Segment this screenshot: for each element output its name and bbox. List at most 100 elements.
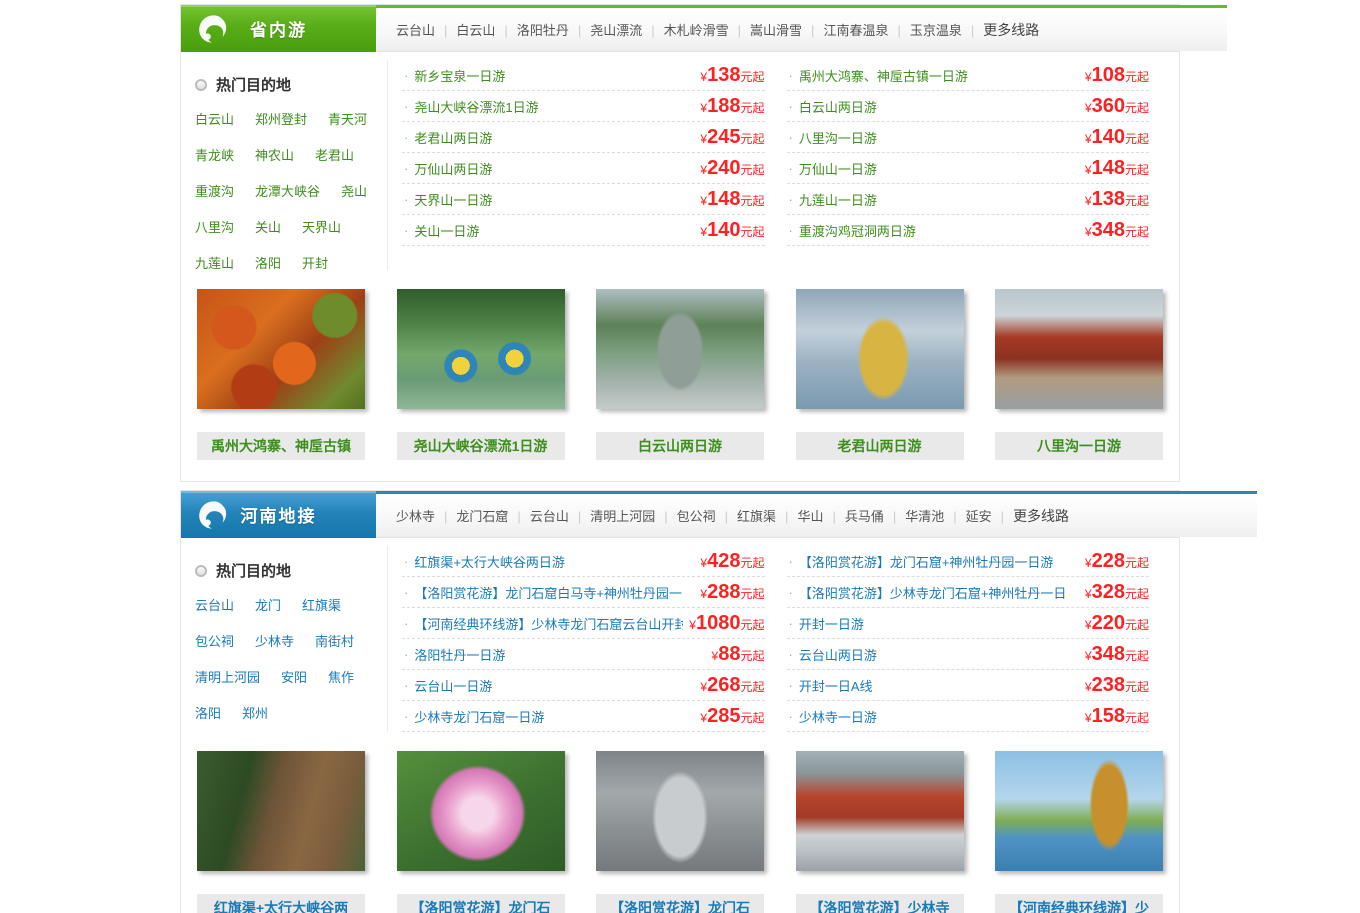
tour-card-caption[interactable]: 尧山大峡谷漂流1日游 — [397, 432, 565, 460]
tour-card-caption[interactable]: 八里沟一日游 — [995, 432, 1163, 460]
tour-row[interactable]: · 【洛阳赏花游】龙门石窟+神州牡丹园一日游 ¥228元起 — [787, 546, 1150, 577]
tour-row[interactable]: · 开封一日游 ¥220元起 — [787, 608, 1150, 639]
tour-card-caption[interactable]: 【河南经典环线游】少 — [995, 894, 1163, 913]
tour-card-caption[interactable]: 【洛阳赏花游】龙门石 — [596, 894, 764, 913]
tour-card-caption[interactable]: 老君山两日游 — [796, 432, 964, 460]
tour-card-photo[interactable] — [995, 751, 1163, 871]
tour-title-link[interactable]: 云台山两日游 — [799, 645, 877, 664]
tour-card-photo[interactable] — [596, 751, 764, 871]
tour-title-link[interactable]: 【洛阳赏花游】少林寺龙门石窟+神州牡丹一日 — [799, 583, 1067, 602]
nav-link[interactable]: 清明上河园 — [590, 506, 676, 525]
nav-link[interactable]: 华清池 — [905, 506, 965, 525]
destination-link[interactable]: 青天河 — [328, 109, 367, 128]
destination-link[interactable]: 安阳 — [281, 667, 307, 686]
tour-card[interactable]: 八里沟一日游 — [995, 289, 1163, 460]
tour-title-link[interactable]: 白云山两日游 — [799, 97, 877, 116]
section-tab[interactable]: 河南地接 — [181, 491, 376, 538]
tour-title-link[interactable]: 万仙山两日游 — [414, 159, 492, 178]
tour-title-link[interactable]: 红旗渠+太行大峡谷两日游 — [414, 552, 565, 571]
tour-title-link[interactable]: 开封一日游 — [799, 614, 864, 633]
tour-title-link[interactable]: 重渡沟鸡冠洞两日游 — [799, 221, 916, 240]
nav-link[interactable]: 包公祠 — [677, 506, 737, 525]
more-routes-link[interactable]: 更多线路 — [1013, 506, 1069, 526]
tour-title-link[interactable]: 【洛阳赏花游】龙门石窟+神州牡丹园一日游 — [799, 552, 1054, 571]
nav-link[interactable]: 嵩山滑雪 — [750, 20, 823, 39]
nav-link[interactable]: 木札岭滑雪 — [664, 20, 750, 39]
tour-card-photo[interactable] — [995, 289, 1163, 409]
tour-row[interactable]: · 红旗渠+太行大峡谷两日游 ¥428元起 — [402, 546, 765, 577]
tour-row[interactable]: · 白云山两日游 ¥360元起 — [787, 91, 1150, 122]
tour-card[interactable]: 白云山两日游 — [596, 289, 764, 460]
tour-title-link[interactable]: 尧山大峡谷漂流1日游 — [414, 97, 538, 116]
tour-row[interactable]: · 重渡沟鸡冠洞两日游 ¥348元起 — [787, 215, 1150, 246]
nav-link[interactable]: 玉京温泉 — [910, 20, 983, 39]
nav-link[interactable]: 少林寺 — [396, 506, 456, 525]
tour-title-link[interactable]: 万仙山一日游 — [799, 159, 877, 178]
tour-title-link[interactable]: 少林寺一日游 — [799, 707, 877, 726]
tour-card[interactable]: 【洛阳赏花游】龙门石 — [397, 751, 565, 913]
tour-row[interactable]: · 少林寺龙门石窟一日游 ¥285元起 — [402, 701, 765, 732]
destination-link[interactable]: 神农山 — [255, 145, 294, 164]
destination-link[interactable]: 洛阳 — [255, 253, 281, 272]
tour-card-caption[interactable]: 禹州大鸿寨、神垕古镇 — [197, 432, 365, 460]
tour-title-link[interactable]: 洛阳牡丹一日游 — [414, 645, 505, 664]
tour-title-link[interactable]: 少林寺龙门石窟一日游 — [414, 707, 544, 726]
tour-title-link[interactable]: 【洛阳赏花游】龙门石窟白马寺+神州牡丹园一 — [414, 583, 682, 602]
destination-link[interactable]: 洛阳 — [195, 703, 221, 722]
destination-link[interactable]: 龙门 — [255, 595, 281, 614]
section-tab[interactable]: 省内游 — [181, 5, 376, 52]
tour-card-caption[interactable]: 白云山两日游 — [596, 432, 764, 460]
tour-card-caption[interactable]: 【洛阳赏花游】少林寺 — [796, 894, 964, 913]
tour-row[interactable]: · 尧山大峡谷漂流1日游 ¥188元起 — [402, 91, 765, 122]
destination-link[interactable]: 龙潭大峡谷 — [255, 181, 320, 200]
tour-card-photo[interactable] — [596, 289, 764, 409]
tour-title-link[interactable]: 关山一日游 — [414, 221, 479, 240]
tour-card[interactable]: 【洛阳赏花游】少林寺 — [796, 751, 964, 913]
tour-card[interactable]: 【洛阳赏花游】龙门石 — [596, 751, 764, 913]
tour-card-photo[interactable] — [796, 289, 964, 409]
tour-title-link[interactable]: 老君山两日游 — [414, 128, 492, 147]
tour-row[interactable]: · 老君山两日游 ¥245元起 — [402, 122, 765, 153]
tour-card-photo[interactable] — [397, 289, 565, 409]
tour-card-photo[interactable] — [197, 751, 365, 871]
tour-row[interactable]: · 禹州大鸿寨、神垕古镇一日游 ¥108元起 — [787, 60, 1150, 91]
tour-card-photo[interactable] — [796, 751, 964, 871]
tour-title-link[interactable]: 九莲山一日游 — [799, 190, 877, 209]
destination-link[interactable]: 老君山 — [315, 145, 354, 164]
destination-link[interactable]: 红旗渠 — [302, 595, 341, 614]
destination-link[interactable]: 白云山 — [195, 109, 234, 128]
destination-link[interactable]: 清明上河园 — [195, 667, 260, 686]
tour-row[interactable]: · 关山一日游 ¥140元起 — [402, 215, 765, 246]
destination-link[interactable]: 南街村 — [315, 631, 354, 650]
tour-card-photo[interactable] — [197, 289, 365, 409]
tour-row[interactable]: · 【河南经典环线游】少林寺龙门石窟云台山开封 ¥1080元起 — [402, 608, 765, 639]
more-routes-link[interactable]: 更多线路 — [983, 20, 1039, 40]
tour-row[interactable]: · 云台山一日游 ¥268元起 — [402, 670, 765, 701]
tour-card-caption[interactable]: 红旗渠+太行大峡谷两 — [197, 894, 365, 913]
nav-link[interactable]: 龙门石窟 — [456, 506, 529, 525]
destination-link[interactable]: 天界山 — [302, 217, 341, 236]
tour-title-link[interactable]: 八里沟一日游 — [799, 128, 877, 147]
nav-link[interactable]: 云台山 — [396, 20, 456, 39]
tour-row[interactable]: · 万仙山一日游 ¥148元起 — [787, 153, 1150, 184]
tour-row[interactable]: · 少林寺一日游 ¥158元起 — [787, 701, 1150, 732]
destination-link[interactable]: 重渡沟 — [195, 181, 234, 200]
tour-row[interactable]: · 天界山一日游 ¥148元起 — [402, 184, 765, 215]
tour-row[interactable]: · 开封一日A线 ¥238元起 — [787, 670, 1150, 701]
tour-card[interactable]: 尧山大峡谷漂流1日游 — [397, 289, 565, 460]
tour-row[interactable]: · 【洛阳赏花游】龙门石窟白马寺+神州牡丹园一 ¥288元起 — [402, 577, 765, 608]
nav-link[interactable]: 红旗渠 — [737, 506, 797, 525]
nav-link[interactable]: 延安 — [966, 506, 1013, 525]
destination-link[interactable]: 尧山 — [341, 181, 367, 200]
nav-link[interactable]: 云台山 — [530, 506, 590, 525]
destination-link[interactable]: 郑州 — [242, 703, 268, 722]
destination-link[interactable]: 焦作 — [328, 667, 354, 686]
tour-card-caption[interactable]: 【洛阳赏花游】龙门石 — [397, 894, 565, 913]
tour-card-photo[interactable] — [397, 751, 565, 871]
tour-row[interactable]: · 九莲山一日游 ¥138元起 — [787, 184, 1150, 215]
tour-row[interactable]: · 云台山两日游 ¥348元起 — [787, 639, 1150, 670]
tour-title-link[interactable]: 云台山一日游 — [414, 676, 492, 695]
destination-link[interactable]: 八里沟 — [195, 217, 234, 236]
nav-link[interactable]: 兵马俑 — [845, 506, 905, 525]
tour-card[interactable]: 【河南经典环线游】少 — [995, 751, 1163, 913]
